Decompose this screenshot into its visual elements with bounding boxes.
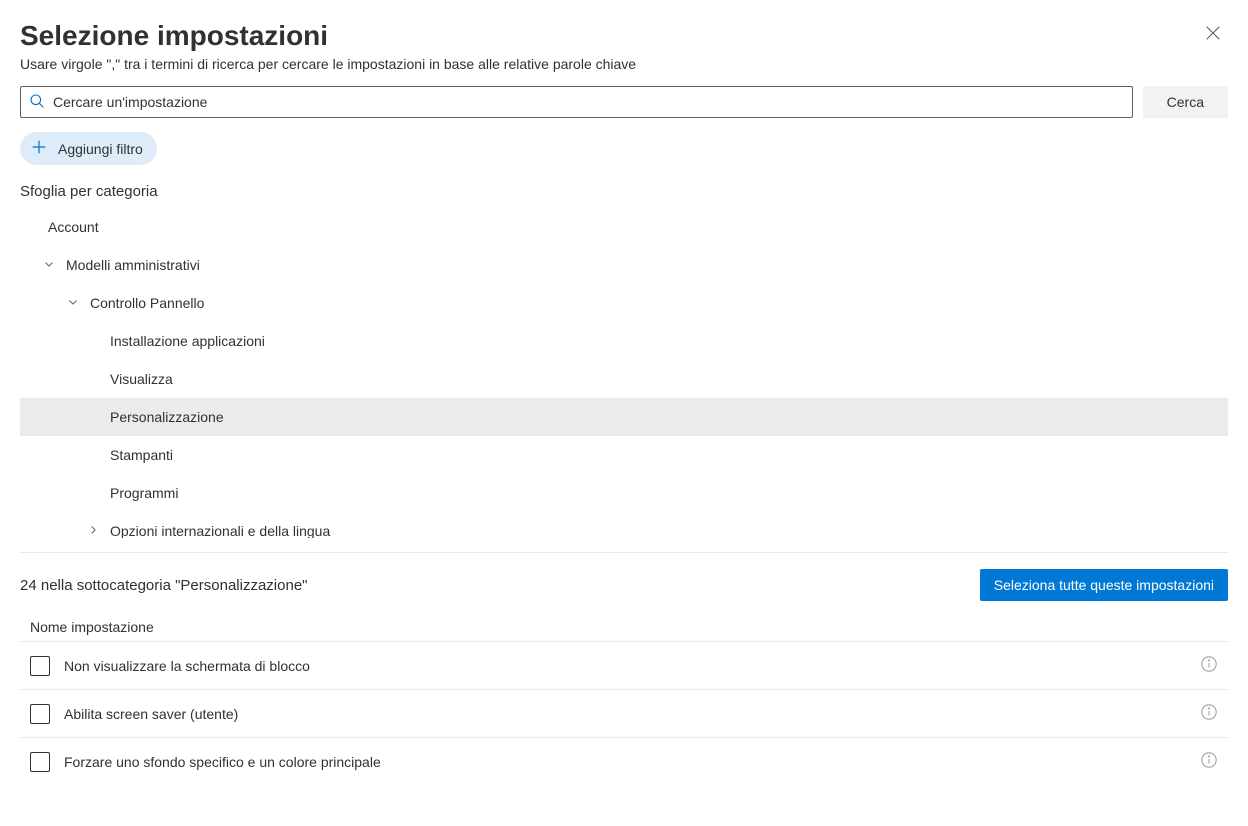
tree-label: Programmi	[110, 485, 178, 501]
tree-item-regional-lang[interactable]: Opzioni internazionali e della lingua	[20, 512, 1228, 538]
tree-item-display[interactable]: Visualizza	[20, 360, 1228, 398]
select-all-button[interactable]: Seleziona tutte queste impostazioni	[980, 569, 1228, 601]
tree-item-install-apps[interactable]: Installazione applicazioni	[20, 322, 1228, 360]
search-box[interactable]	[20, 86, 1133, 118]
tree-label: Controllo Pannello	[90, 295, 204, 311]
search-input[interactable]	[53, 87, 1124, 117]
settings-list[interactable]: Non visualizzare la schermata di blocco …	[20, 641, 1228, 791]
info-icon[interactable]	[1200, 703, 1218, 724]
browse-by-category-label: Sfoglia per categoria	[20, 183, 1228, 200]
setting-label: Abilita screen saver (utente)	[64, 706, 1186, 722]
close-icon	[1204, 30, 1222, 45]
search-icon	[29, 93, 53, 112]
column-header-setting-name: Nome impostazione	[20, 619, 1228, 635]
plus-icon	[30, 138, 48, 159]
page-title: Selezione impostazioni	[20, 20, 636, 52]
add-filter-button[interactable]: Aggiungi filtro	[20, 132, 157, 165]
tree-item-personalization[interactable]: Personalizzazione	[20, 398, 1228, 436]
setting-label: Forzare uno sfondo specifico e un colore…	[64, 754, 1186, 770]
tree-label: Opzioni internazionali e della lingua	[110, 523, 330, 538]
add-filter-label: Aggiungi filtro	[58, 141, 143, 157]
chevron-down-icon	[66, 295, 90, 312]
tree-label: Personalizzazione	[110, 409, 224, 425]
tree-label: Installazione applicazioni	[110, 333, 265, 349]
tree-item-control-panel[interactable]: Controllo Pannello	[20, 284, 1228, 322]
chevron-down-icon	[42, 257, 66, 274]
info-icon[interactable]	[1200, 655, 1218, 676]
setting-row[interactable]: Non visualizzare la schermata di blocco	[20, 641, 1228, 689]
tree-item-printers[interactable]: Stampanti	[20, 436, 1228, 474]
tree-label: Visualizza	[110, 371, 173, 387]
divider	[20, 552, 1228, 553]
setting-label: Non visualizzare la schermata di blocco	[64, 658, 1186, 674]
subcategory-count: 24 nella sottocategoria "Personalizzazio…	[20, 577, 308, 594]
tree-item-admin-templates[interactable]: Modelli amministrativi	[20, 246, 1228, 284]
setting-checkbox[interactable]	[30, 656, 50, 676]
category-tree[interactable]: Account Modelli amministrativi Controllo…	[20, 208, 1228, 538]
tree-label: Account	[48, 219, 99, 235]
close-button[interactable]	[1198, 18, 1228, 51]
tree-item-account[interactable]: Account	[20, 208, 1228, 246]
setting-row[interactable]: Forzare uno sfondo specifico e un colore…	[20, 737, 1228, 785]
setting-checkbox[interactable]	[30, 704, 50, 724]
tree-label: Stampanti	[110, 447, 173, 463]
setting-row[interactable]: Abilita screen saver (utente)	[20, 689, 1228, 737]
tree-item-programs[interactable]: Programmi	[20, 474, 1228, 512]
info-icon[interactable]	[1200, 751, 1218, 772]
chevron-right-icon	[86, 523, 110, 539]
tree-label: Modelli amministrativi	[66, 257, 200, 273]
search-button[interactable]: Cerca	[1143, 86, 1228, 118]
setting-checkbox[interactable]	[30, 752, 50, 772]
page-subtitle: Usare virgole "," tra i termini di ricer…	[20, 56, 636, 72]
